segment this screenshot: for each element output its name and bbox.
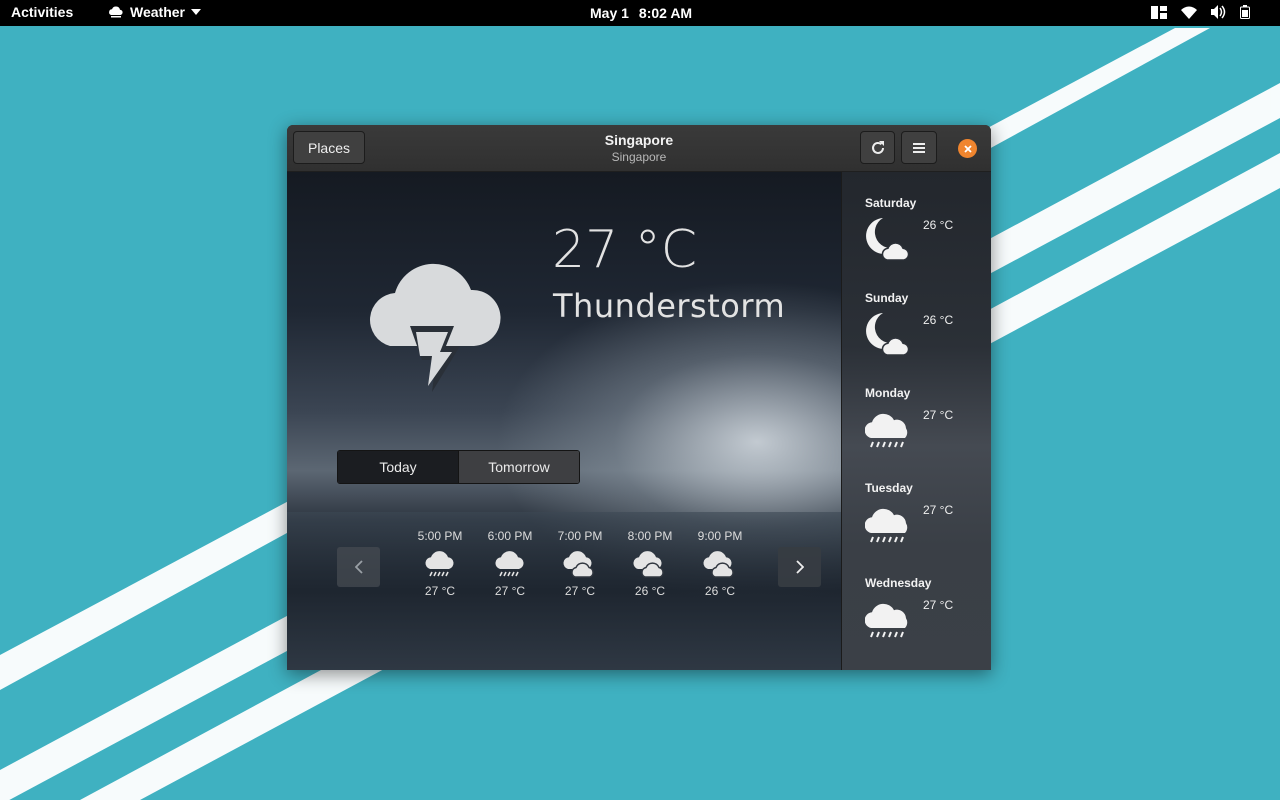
hourly-item: 8:00 PM 26 °C (620, 529, 680, 598)
daily-day: Tuesday (865, 481, 913, 495)
daily-temp: 27 °C (923, 408, 954, 422)
daily-item: Saturday 26 °C (865, 196, 985, 286)
daily-day: Monday (865, 386, 911, 400)
hourly-temp: 26 °C (704, 584, 736, 598)
current-weather-pane: 27 °C Thunderstorm Today Tomorrow 5:00 P… (287, 172, 841, 670)
daily-item: Monday 27 °C (865, 386, 985, 476)
clock-time: 8:02 AM (638, 5, 693, 21)
window-tiling-icon[interactable] (1151, 5, 1167, 19)
chevron-right-icon (795, 560, 804, 574)
daily-day: Wednesday (865, 576, 932, 590)
window-title-block: Singapore Singapore (539, 132, 739, 164)
refresh-icon (871, 140, 884, 154)
hourly-time: 5:00 PM (417, 529, 463, 543)
thunderstorm-icon (370, 263, 501, 392)
daily-temp: 27 °C (923, 503, 954, 517)
hourly-item: 5:00 PM 27 °C (410, 529, 470, 598)
window-subtitle: Singapore (611, 150, 667, 164)
hourly-item: 7:00 PM 27 °C (550, 529, 610, 598)
volume-icon (1211, 5, 1226, 19)
hourly-prev-button[interactable] (337, 547, 380, 587)
night-cloudy-icon (866, 218, 910, 261)
daily-temp: 26 °C (923, 218, 954, 232)
night-cloudy-icon (866, 313, 910, 356)
current-temperature: 27 °C (552, 220, 698, 280)
rain-icon (865, 508, 908, 543)
daily-item: Tuesday 27 °C (865, 481, 985, 571)
rain-icon (865, 413, 908, 448)
refresh-button[interactable] (860, 131, 895, 164)
weather-window: Places Singapore Singapore 27 °C Thunder… (287, 125, 991, 670)
hourly-time: 6:00 PM (487, 529, 533, 543)
app-menu[interactable]: Weather (108, 4, 201, 20)
close-icon (963, 144, 972, 153)
hamburger-menu-icon (913, 142, 925, 153)
app-menu-label: Weather (130, 4, 185, 20)
cloudy-icon (563, 551, 594, 578)
clock-date: May 1 (590, 5, 629, 21)
hourly-time: 8:00 PM (627, 529, 673, 543)
activities-button[interactable]: Activities (11, 4, 73, 20)
hourly-item: 6:00 PM 27 °C (480, 529, 540, 598)
hourly-time: 9:00 PM (697, 529, 743, 543)
header-bar: Places Singapore Singapore (287, 125, 991, 172)
rain-icon (865, 603, 908, 638)
rain-icon (495, 551, 524, 577)
daily-forecast-pane: Saturday 26 °C Sunday 26 °C Monday 27 °C (841, 172, 991, 670)
chevron-down-icon (190, 9, 201, 15)
daily-day: Sunday (865, 291, 909, 305)
rain-icon (425, 551, 454, 577)
close-button[interactable] (958, 139, 977, 158)
wifi-icon (1181, 6, 1197, 19)
tab-tomorrow[interactable]: Tomorrow (458, 451, 579, 483)
hourly-temp: 26 °C (634, 584, 666, 598)
system-tray[interactable] (1151, 5, 1250, 19)
current-condition: Thunderstorm (553, 287, 786, 325)
hourly-item: 9:00 PM 26 °C (690, 529, 750, 598)
day-switcher: Today Tomorrow (337, 450, 580, 484)
daily-temp: 26 °C (923, 313, 954, 327)
places-button[interactable]: Places (293, 131, 365, 164)
hourly-temp: 27 °C (564, 584, 596, 598)
weather-app-icon (109, 6, 123, 18)
hourly-next-button[interactable] (778, 547, 821, 587)
clock[interactable]: May 1 8:02 AM (590, 5, 702, 21)
cloudy-icon (633, 551, 664, 578)
daily-day: Saturday (865, 196, 917, 210)
tab-today[interactable]: Today (338, 451, 458, 483)
daily-item: Sunday 26 °C (865, 291, 985, 381)
hourly-temp: 27 °C (494, 584, 526, 598)
chevron-left-icon (354, 560, 363, 574)
cloudy-icon (703, 551, 734, 578)
hourly-temp: 27 °C (424, 584, 456, 598)
window-title: Singapore (604, 132, 674, 148)
menu-button[interactable] (901, 131, 937, 164)
battery-icon (1240, 5, 1250, 19)
top-bar: Activities Weather May 1 8:02 AM (0, 0, 1280, 26)
hourly-time: 7:00 PM (557, 529, 603, 543)
daily-item: Wednesday 27 °C (865, 576, 985, 666)
daily-temp: 27 °C (923, 598, 954, 612)
